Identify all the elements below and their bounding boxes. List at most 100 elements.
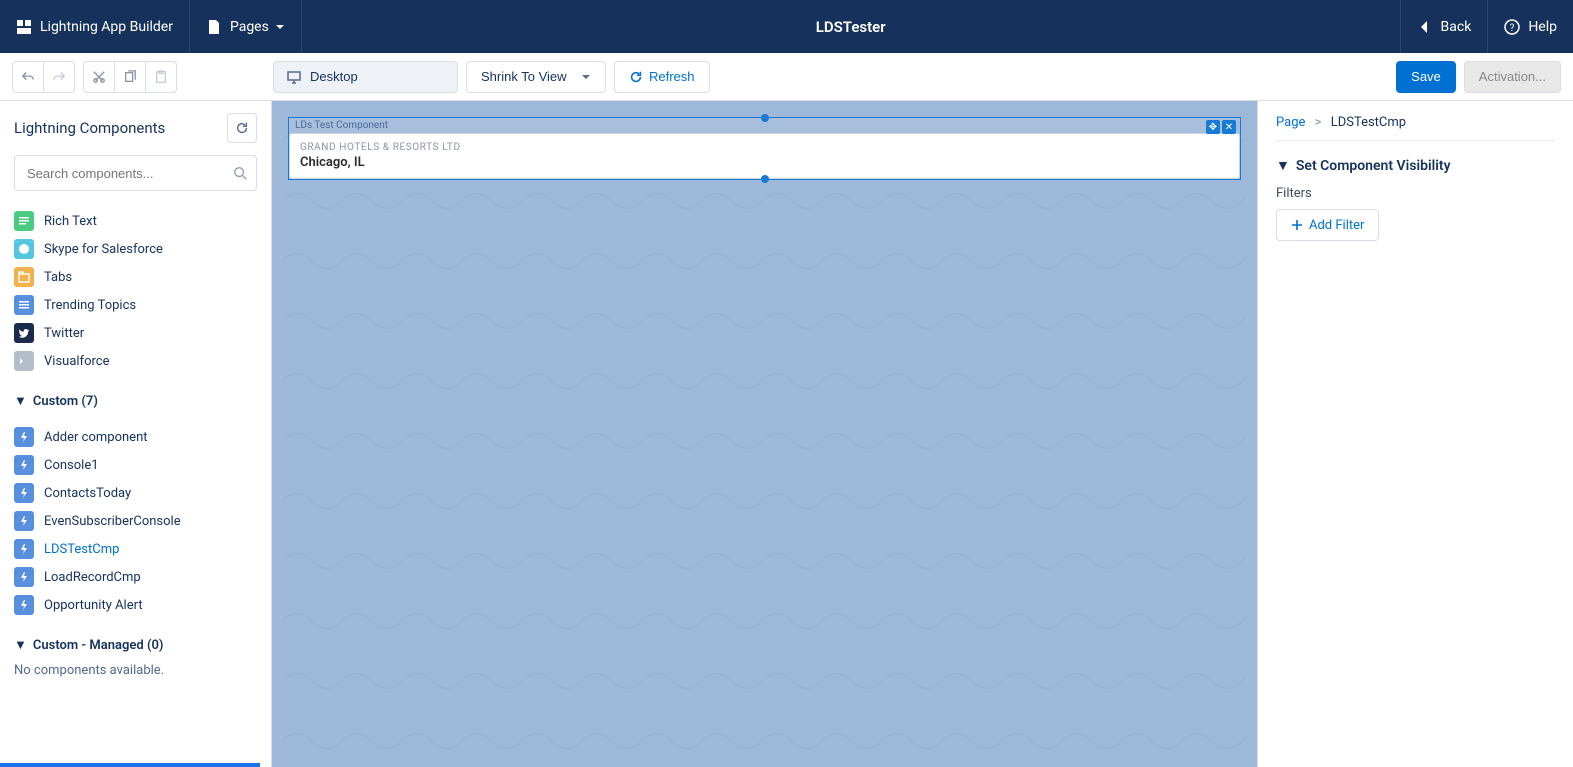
component-label: Adder component (44, 430, 148, 445)
resize-handle-top[interactable] (761, 114, 769, 122)
zoom-label: Shrink To View (481, 69, 567, 84)
component-label: Twitter (44, 326, 84, 341)
arrow-left-icon (1417, 19, 1433, 35)
resize-handle-bottom[interactable] (761, 175, 769, 183)
component-item[interactable]: ContactsToday (14, 479, 271, 507)
component-item[interactable]: Adder component (14, 423, 271, 451)
page-icon (206, 19, 222, 35)
triangle-down-icon: ▼ (1276, 157, 1290, 174)
component-label: LoadRecordCmp (44, 570, 141, 585)
component-label: Rich Text (44, 214, 97, 229)
visibility-section-toggle[interactable]: ▼ Set Component Visibility (1276, 157, 1555, 174)
card-title: GRAND HOTELS & RESORTS LTD (300, 142, 1229, 153)
app-title: Lightning App Builder (0, 0, 190, 53)
tabs-icon (14, 267, 34, 287)
component-label: Opportunity Alert (44, 598, 143, 613)
lightning-icon (14, 595, 34, 615)
breadcrumb: Page > LDSTestCmp (1276, 115, 1555, 130)
chevron-down-icon (275, 22, 285, 32)
redo-button[interactable] (43, 61, 75, 93)
canvas[interactable]: ✥ ✕ LDs Test Component GRAND HOTELS & RE… (282, 111, 1247, 757)
lightning-icon (14, 455, 34, 475)
left-panel-title: Lightning Components (14, 119, 165, 137)
move-handle[interactable]: ✥ (1206, 120, 1220, 134)
triangle-down-icon: ▼ (14, 637, 27, 653)
topics-icon (14, 295, 34, 315)
component-item[interactable]: Twitter (14, 319, 271, 347)
breadcrumb-root[interactable]: Page (1276, 115, 1305, 130)
component-item[interactable]: Tabs (14, 263, 271, 291)
richtext-icon (14, 211, 34, 231)
search-icon (233, 166, 247, 180)
breadcrumb-current: LDSTestCmp (1331, 115, 1406, 130)
undo-redo-group (12, 61, 75, 93)
refresh-button[interactable]: Refresh (614, 61, 710, 93)
filters-label: Filters (1276, 186, 1555, 201)
component-label: LDSTestCmp (44, 542, 119, 557)
page-title: LDSTester (302, 0, 1400, 53)
desktop-icon (286, 69, 302, 85)
component-item[interactable]: Console1 (14, 451, 271, 479)
divider (1276, 140, 1555, 141)
component-item[interactable]: Opportunity Alert (14, 591, 271, 619)
component-label: Trending Topics (44, 298, 136, 313)
undo-button[interactable] (12, 61, 44, 93)
device-select[interactable]: Desktop (273, 61, 458, 93)
custom-section-toggle[interactable]: ▼ Custom (7) (0, 375, 271, 417)
remove-button[interactable]: ✕ (1222, 120, 1236, 134)
component-item[interactable]: LoadRecordCmp (14, 563, 271, 591)
component-label: ContactsToday (44, 486, 131, 501)
component-label: Tabs (44, 270, 72, 285)
component-item[interactable]: Trending Topics (14, 291, 271, 319)
managed-empty-message: No components available. (0, 661, 271, 688)
component-item[interactable]: Skype for Salesforce (14, 235, 271, 263)
save-button[interactable]: Save (1396, 61, 1456, 93)
refresh-icon (629, 70, 643, 84)
managed-section-label: Custom - Managed (0) (33, 638, 164, 653)
question-icon: ? (1504, 19, 1520, 35)
help-label: Help (1528, 19, 1557, 35)
triangle-down-icon: ▼ (14, 393, 27, 409)
component-item[interactable]: Rich Text (14, 207, 271, 235)
component-item[interactable]: Visualforce (14, 347, 271, 375)
zoom-select[interactable]: Shrink To View (466, 61, 606, 93)
component-item[interactable]: LDSTestCmp (14, 535, 271, 563)
vf-icon (14, 351, 34, 371)
components-refresh-button[interactable] (227, 113, 257, 143)
lightning-icon (14, 539, 34, 559)
search-input[interactable] (14, 155, 257, 191)
clipboard-group (83, 61, 177, 93)
component-item[interactable]: EvenSubscriberConsole (14, 507, 271, 535)
lightning-icon (14, 483, 34, 503)
component-label: Skype for Salesforce (44, 242, 163, 257)
skype-icon (14, 239, 34, 259)
add-filter-label: Add Filter (1309, 218, 1364, 233)
breadcrumb-separator: > (1315, 115, 1322, 130)
back-label: Back (1441, 19, 1472, 35)
progress-bar (0, 763, 260, 767)
add-filter-button[interactable]: Add Filter (1276, 209, 1379, 241)
chevron-down-icon (581, 72, 591, 82)
visibility-section-title: Set Component Visibility (1296, 158, 1451, 174)
selected-component[interactable]: ✥ ✕ LDs Test Component GRAND HOTELS & RE… (288, 117, 1241, 180)
managed-section-toggle[interactable]: ▼ Custom - Managed (0) (0, 619, 271, 661)
app-title-text: Lightning App Builder (40, 19, 173, 35)
component-label: Visualforce (44, 354, 109, 369)
copy-button[interactable] (114, 61, 146, 93)
back-button[interactable]: Back (1400, 0, 1488, 53)
paste-button[interactable] (145, 61, 177, 93)
lightning-icon (14, 567, 34, 587)
lightning-icon (14, 511, 34, 531)
pages-label: Pages (230, 19, 269, 35)
pages-menu[interactable]: Pages (190, 0, 302, 53)
cut-button[interactable] (83, 61, 115, 93)
device-label: Desktop (310, 69, 358, 84)
activation-button[interactable]: Activation... (1464, 61, 1561, 93)
component-label: Console1 (44, 458, 99, 473)
twitter-icon (14, 323, 34, 343)
component-label: EvenSubscriberConsole (44, 514, 181, 529)
custom-section-label: Custom (7) (33, 394, 98, 409)
help-button[interactable]: ? Help (1487, 0, 1573, 53)
component-body: GRAND HOTELS & RESORTS LTD Chicago, IL (289, 133, 1240, 179)
svg-text:?: ? (1510, 23, 1515, 34)
